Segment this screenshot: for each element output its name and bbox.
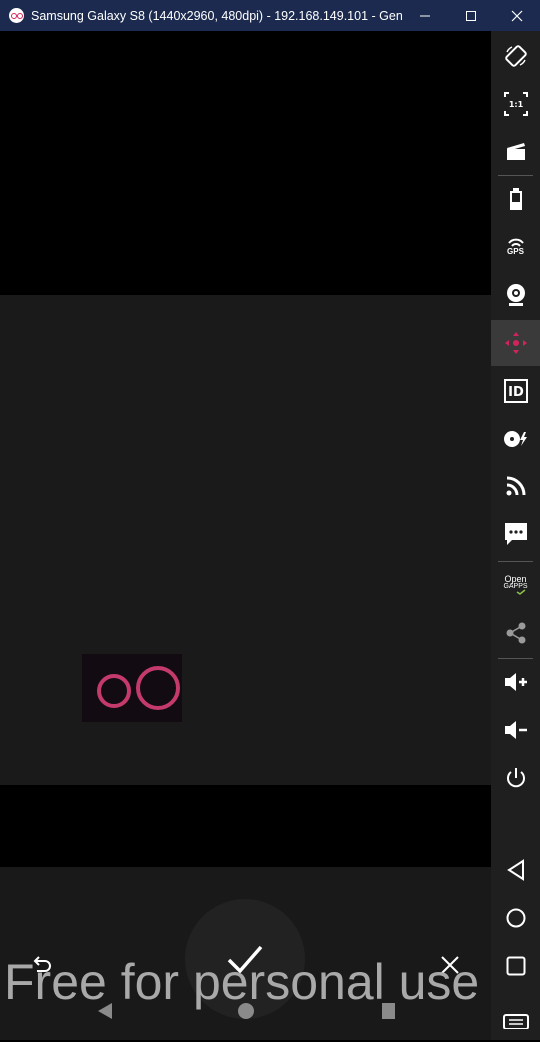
screencast-button[interactable] (491, 128, 540, 174)
identifiers-button[interactable]: ID (491, 368, 540, 414)
battery-button[interactable] (491, 176, 540, 222)
open-gapps-check-icon (516, 589, 525, 595)
disk-io-button[interactable] (491, 416, 540, 462)
pixel-perfect-label: 1:1 (508, 100, 523, 109)
volume-down-button[interactable] (491, 707, 540, 753)
disk-icon (503, 431, 527, 447)
share-icon (506, 622, 525, 644)
menu-button[interactable] (491, 996, 540, 1042)
open-gapps-label-top: Open (504, 574, 527, 584)
remote-control-button[interactable] (491, 320, 540, 366)
preview-ring-big (136, 666, 180, 710)
gps-button[interactable]: GPS (491, 224, 540, 270)
share-button[interactable] (491, 610, 540, 656)
home-nav-button[interactable] (491, 895, 540, 941)
dpad-icon (504, 332, 527, 354)
webcam-icon (506, 284, 525, 306)
ghost-home-icon (238, 1003, 254, 1019)
battery-icon (509, 188, 522, 210)
maximize-button[interactable] (448, 0, 494, 31)
maximize-icon (466, 10, 476, 21)
close-window-icon (511, 10, 523, 21)
preview-ring-small (97, 674, 131, 708)
open-gapps-button[interactable]: Open GAPPS (491, 562, 540, 608)
ghost-recent-icon (382, 1003, 395, 1019)
camera-preview-top (0, 31, 491, 295)
menu-icon (502, 1014, 529, 1029)
volume-up-button[interactable] (491, 659, 540, 705)
volume-up-icon (504, 673, 527, 691)
window-title: Samsung Galaxy S8 (1440x2960, 480dpi) - … (31, 8, 402, 23)
network-button[interactable] (491, 463, 540, 509)
device-screen[interactable] (0, 31, 491, 1040)
camera-preview (0, 295, 491, 785)
pixel-perfect-button[interactable]: 1:1 (491, 81, 540, 127)
power-icon (506, 768, 525, 788)
camera-button[interactable] (491, 272, 540, 318)
window-title-bar: Samsung Galaxy S8 (1440x2960, 480dpi) - … (0, 0, 540, 31)
minimize-button[interactable] (402, 0, 448, 31)
back-icon (506, 859, 524, 881)
recent-apps-icon (506, 956, 525, 976)
minimize-icon (420, 15, 430, 16)
close-window-button[interactable] (494, 0, 540, 31)
wifi-icon (506, 476, 525, 496)
volume-down-icon (504, 721, 527, 739)
gps-label: GPS (507, 247, 524, 256)
power-button[interactable] (491, 755, 540, 801)
clapperboard-icon (506, 143, 525, 160)
camera-preview-bottom (0, 785, 491, 867)
id-label: ID (508, 385, 524, 400)
id-icon: ID (503, 379, 528, 403)
rotate-icon (504, 45, 527, 67)
recent-apps-button[interactable] (491, 943, 540, 989)
sms-button[interactable] (491, 511, 540, 557)
genymotion-logo-icon (9, 8, 24, 23)
message-icon (504, 523, 527, 545)
back-nav-button[interactable] (491, 847, 540, 893)
rotate-button[interactable] (491, 33, 540, 79)
pixel-perfect-icon: 1:1 (503, 92, 528, 116)
genymotion-toolbar: 1:1 GPS ID Open GAPPS (491, 31, 540, 1040)
home-icon (506, 908, 525, 928)
